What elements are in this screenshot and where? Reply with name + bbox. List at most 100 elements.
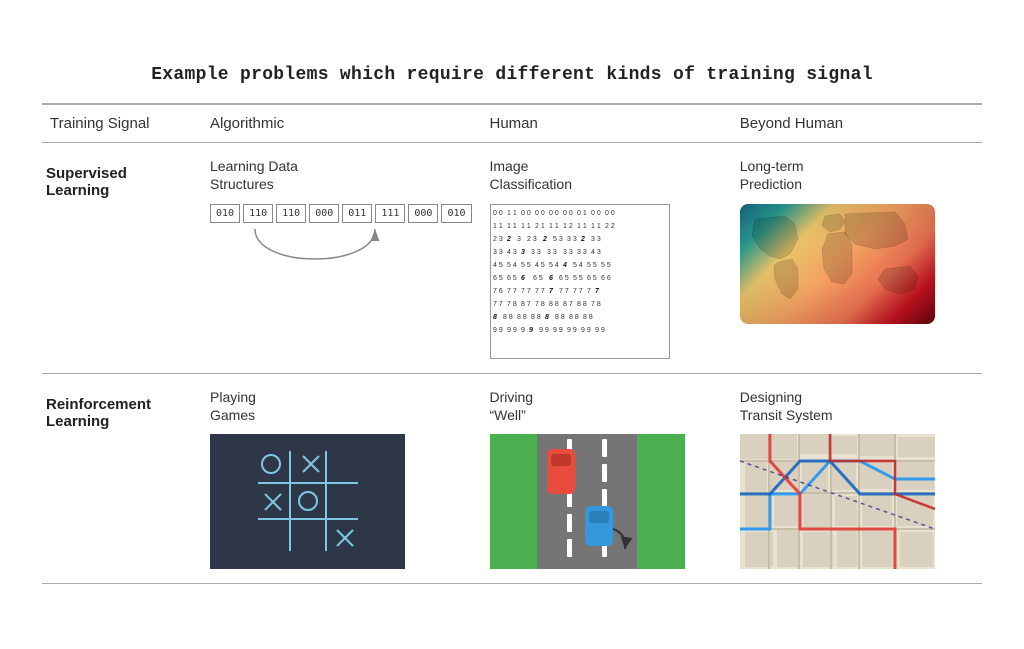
tictactoe-visual — [210, 434, 405, 569]
cell-long-term-prediction: Long-term Prediction — [732, 143, 982, 373]
svg-text:6 6: 6 6 — [601, 275, 611, 282]
row-label-supervised: Supervised Learning — [42, 143, 202, 373]
svg-text:7 7: 7 7 — [535, 288, 545, 295]
svg-text:4 3: 4 3 — [591, 249, 601, 256]
svg-text:9 9: 9 9 — [553, 327, 563, 334]
cell-driving-well: Driving “Well” — [482, 374, 732, 584]
cell-title-driving: Driving “Well” — [490, 388, 722, 424]
svg-text:5 5: 5 5 — [587, 262, 597, 269]
svg-text:8 8: 8 8 — [555, 314, 565, 321]
svg-text:1 1: 1 1 — [507, 223, 517, 230]
svg-text:5 5: 5 5 — [521, 262, 531, 269]
cell-title-playing-games: Playing Games — [210, 388, 472, 424]
bin-7: 010 — [441, 204, 471, 223]
svg-text:3 3: 3 3 — [591, 236, 601, 243]
cell-image-classification: Image Classification .mn { font-size: 7p… — [482, 143, 732, 373]
svg-text:7 7: 7 7 — [493, 301, 503, 308]
climate-map-visual — [740, 204, 935, 324]
svg-text:3 3: 3 3 — [547, 249, 557, 256]
svg-text:5 4: 5 4 — [507, 262, 517, 269]
svg-text:2: 2 — [580, 236, 585, 243]
driving-visual — [490, 434, 685, 569]
svg-text:3 3: 3 3 — [563, 249, 573, 256]
svg-text:9 9: 9 9 — [507, 327, 517, 334]
svg-text:2 3: 2 3 — [527, 236, 537, 243]
svg-text:3 3: 3 3 — [531, 249, 541, 256]
svg-text:3 3: 3 3 — [493, 249, 503, 256]
binary-sequence-row: 010 110 110 000 011 111 000 010 — [210, 204, 472, 223]
svg-text:5 4: 5 4 — [573, 262, 583, 269]
svg-text:0 0: 0 0 — [605, 210, 615, 217]
cell-title-learning-data: Learning Data Structures — [210, 157, 472, 193]
svg-text:7 7: 7 7 — [573, 288, 583, 295]
page-title: Example problems which require different… — [42, 65, 982, 85]
svg-text:2 2: 2 2 — [605, 223, 615, 230]
svg-text:7: 7 — [595, 288, 600, 295]
transit-svg — [740, 434, 935, 569]
bin-3: 000 — [309, 204, 339, 223]
mnist-visual: .mn { font-size: 7px; font-family: sans-… — [490, 204, 670, 359]
svg-text:1 1: 1 1 — [493, 223, 503, 230]
svg-text:0 0: 0 0 — [591, 210, 601, 217]
bin-5: 111 — [375, 204, 405, 223]
svg-text:8 8: 8 8 — [577, 301, 587, 308]
svg-text:0 0: 0 0 — [535, 210, 545, 217]
svg-text:1 1: 1 1 — [591, 223, 601, 230]
svg-text:7 6: 7 6 — [493, 288, 503, 295]
svg-text:4 3: 4 3 — [507, 249, 517, 256]
svg-text:6 5: 6 5 — [559, 275, 569, 282]
bin-1: 110 — [243, 204, 273, 223]
binary-arrow — [210, 229, 410, 284]
bin-4: 011 — [342, 204, 372, 223]
svg-text:8: 8 — [545, 314, 549, 321]
header-algorithmic: Algorithmic — [202, 105, 482, 143]
svg-text:8 8: 8 8 — [517, 314, 527, 321]
svg-text:9 9: 9 9 — [567, 327, 577, 334]
svg-text:3 3: 3 3 — [577, 249, 587, 256]
svg-text:4 5: 4 5 — [493, 262, 503, 269]
svg-text:8 7: 8 7 — [521, 301, 531, 308]
svg-text:0 0: 0 0 — [563, 210, 573, 217]
svg-text:8 7: 8 7 — [563, 301, 573, 308]
svg-text:1 1: 1 1 — [521, 223, 531, 230]
binary-visual: 010 110 110 000 011 111 000 010 — [210, 204, 472, 284]
svg-text:0 0: 0 0 — [493, 210, 503, 217]
svg-text:1 1: 1 1 — [549, 223, 559, 230]
svg-text:5 4: 5 4 — [549, 262, 559, 269]
cell-learning-data-structures: Learning Data Structures 010 110 110 000… — [202, 143, 482, 373]
svg-text:8 8: 8 8 — [569, 314, 579, 321]
svg-text:3: 3 — [521, 249, 525, 256]
bin-0: 010 — [210, 204, 240, 223]
svg-text:9 9: 9 9 — [595, 327, 605, 334]
row-label-reinforcement: Reinforcement Learning — [42, 374, 202, 584]
header-training-signal: Training Signal — [42, 105, 202, 143]
svg-text:3: 3 — [517, 236, 521, 243]
svg-text:6 5: 6 5 — [507, 275, 517, 282]
svg-text:4 5: 4 5 — [535, 262, 545, 269]
svg-text:6 5: 6 5 — [587, 275, 597, 282]
svg-text:6 5: 6 5 — [493, 275, 503, 282]
svg-text:9: 9 — [529, 327, 533, 334]
svg-text:7: 7 — [587, 288, 591, 295]
svg-text:2 1: 2 1 — [535, 223, 545, 230]
svg-text:8 8: 8 8 — [583, 314, 593, 321]
header-human: Human — [482, 105, 732, 143]
mnist-grid-svg: .mn { font-size: 7px; font-family: sans-… — [491, 205, 669, 358]
cell-title-long-term: Long-term Prediction — [740, 157, 972, 193]
cell-playing-games: Playing Games — [202, 374, 482, 584]
svg-text:1 1: 1 1 — [507, 210, 517, 217]
header-beyond-human: Beyond Human — [732, 105, 982, 143]
svg-text:6: 6 — [549, 275, 553, 282]
svg-text:5 3: 5 3 — [553, 236, 563, 243]
svg-text:5 5: 5 5 — [601, 262, 611, 269]
svg-text:2: 2 — [506, 236, 511, 243]
cell-transit-system: Designing Transit System — [732, 374, 982, 584]
svg-text:7 8: 7 8 — [507, 301, 517, 308]
svg-text:9 9: 9 9 — [493, 327, 503, 334]
svg-text:2 3: 2 3 — [493, 236, 503, 243]
svg-text:7 7: 7 7 — [559, 288, 569, 295]
svg-text:6: 6 — [521, 275, 525, 282]
svg-text:0 1: 0 1 — [577, 210, 587, 217]
svg-text:3 3: 3 3 — [567, 236, 577, 243]
ttt-grid — [253, 446, 363, 556]
